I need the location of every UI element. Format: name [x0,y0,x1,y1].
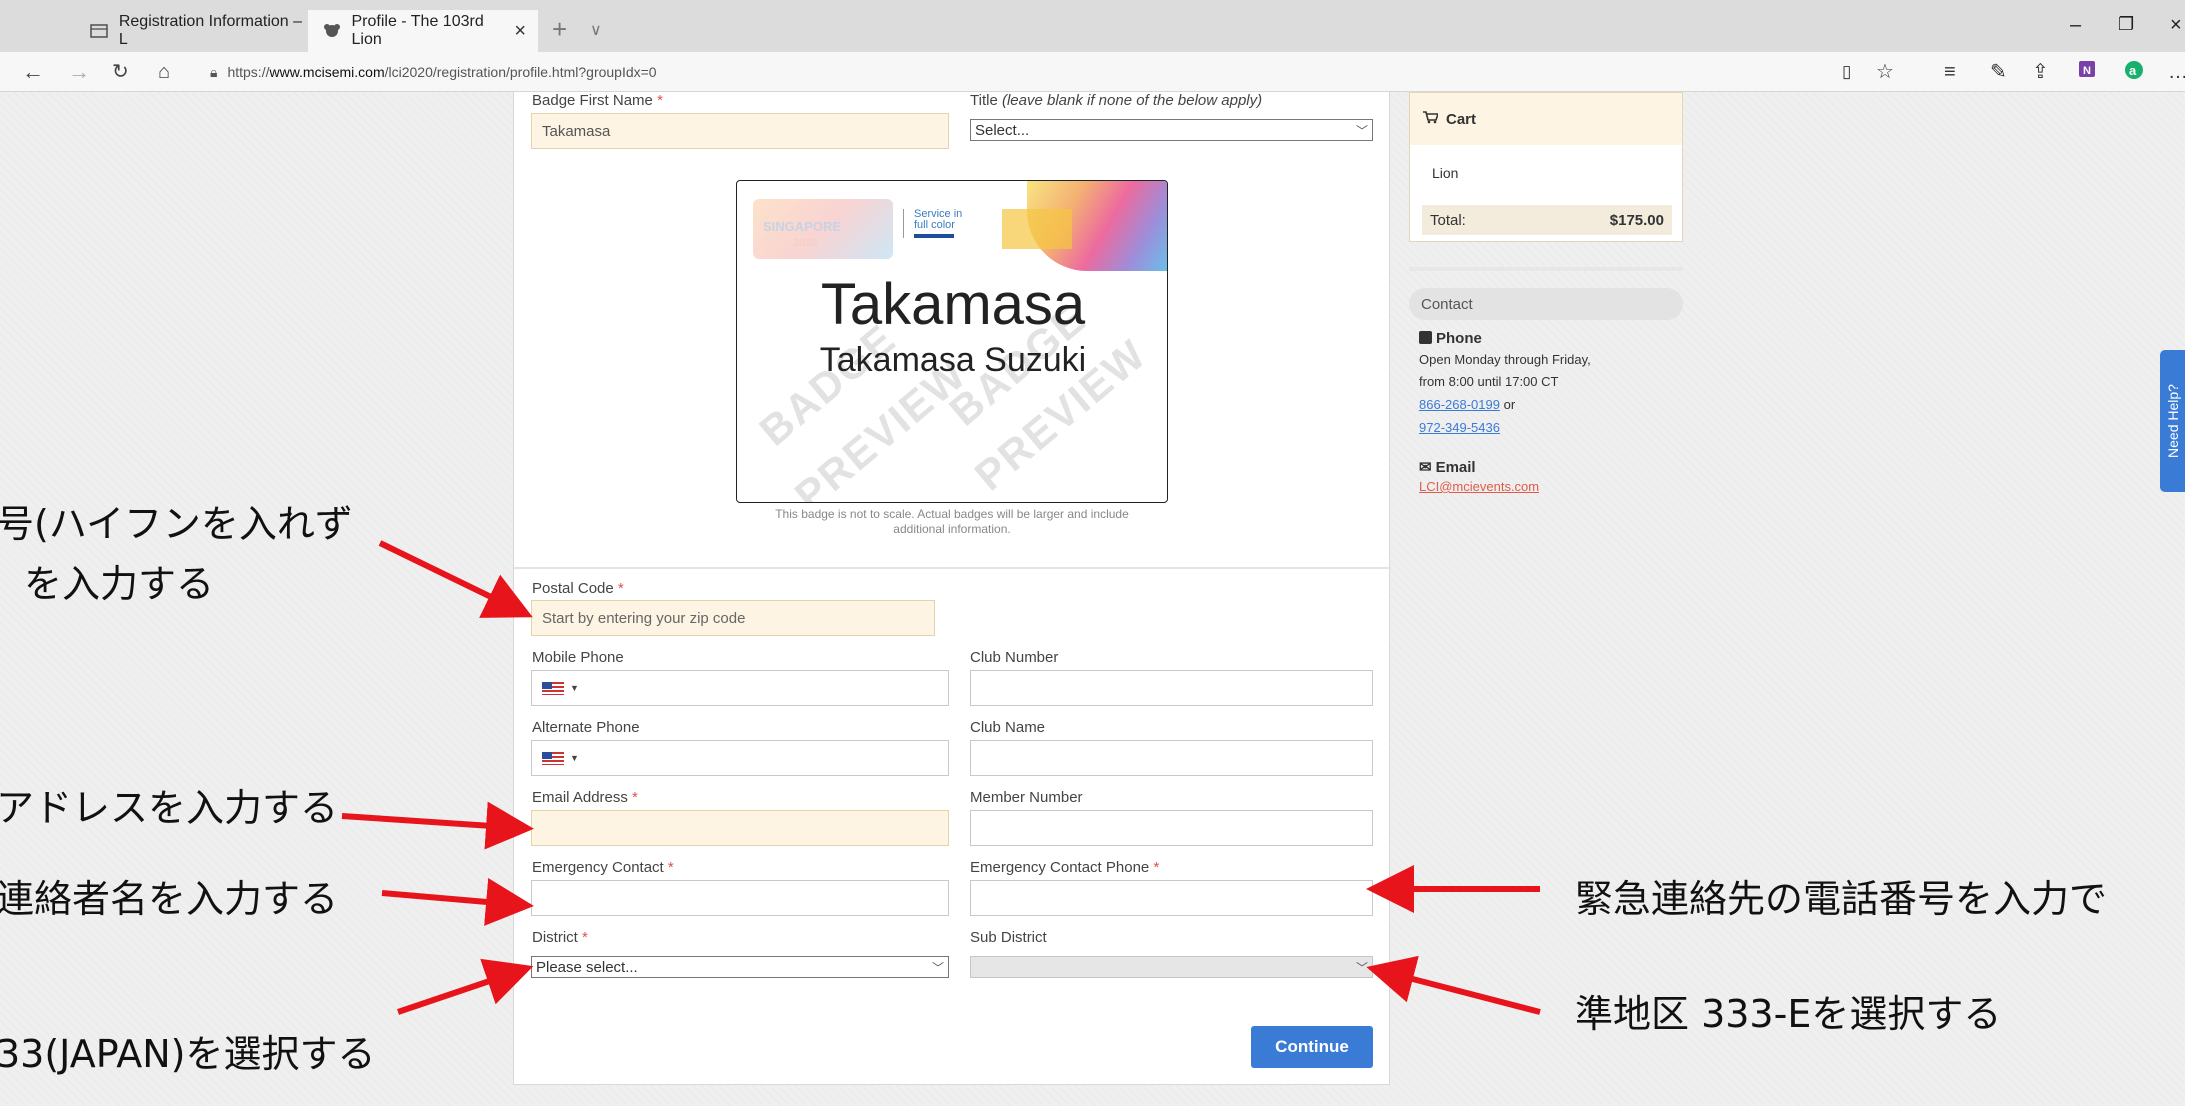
arrow-postal [378,540,533,618]
arrow-district [397,958,534,1015]
arrow-emergency-name [381,878,534,926]
annotation-arrows [341,540,1541,1015]
badge-first-name: Takamasa [820,272,1086,337]
arrow-email [341,801,534,850]
arrow-sub-district [1366,955,1541,1015]
badge-full-name: Takamasa Suzuki [819,341,1087,379]
